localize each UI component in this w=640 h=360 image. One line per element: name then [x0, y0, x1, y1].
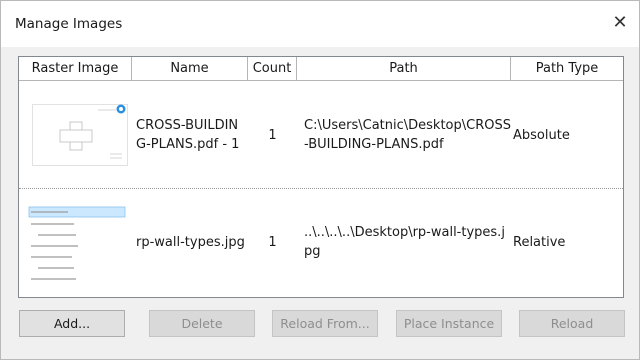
row-path-type: Relative: [513, 234, 566, 250]
delete-button[interactable]: Delete: [149, 310, 255, 337]
row-path: ..\..\..\..\Desktop\rp-wall-types.jpg: [304, 225, 505, 259]
row-path-type: Absolute: [513, 127, 570, 143]
row-name-cell: rp-wall-types.jpg: [136, 189, 246, 295]
row-path: C:\Users\Catnic\Desktop\CROSS-BUILDING-P…: [304, 118, 511, 152]
row-count-cell: 1: [248, 82, 297, 188]
manage-images-dialog: Manage Images ✕ Raster Image Name Count …: [0, 0, 640, 360]
table-header: Raster Image Name Count Path Path Type: [19, 57, 623, 82]
title-bar: Manage Images ✕: [1, 1, 639, 47]
floor-plan-thumbnail-icon: [32, 104, 128, 166]
row-count-cell: 1: [248, 189, 297, 295]
close-icon[interactable]: ✕: [609, 12, 631, 34]
row-path-cell: C:\Users\Catnic\Desktop\CROSS-BUILDING-P…: [304, 82, 512, 188]
row-path-type-cell: Absolute: [513, 82, 621, 188]
row-count: 1: [268, 234, 277, 250]
column-header-path-type[interactable]: Path Type: [511, 57, 623, 81]
add-button[interactable]: Add...: [19, 310, 125, 337]
table-row[interactable]: CROSS-BUILDING-PLANS.pdf - 1 1 C:\Users\…: [19, 82, 623, 188]
dialog-title: Manage Images: [15, 16, 123, 32]
reload-from-button[interactable]: Reload From...: [272, 310, 378, 337]
images-table: Raster Image Name Count Path Path Type C…: [18, 56, 624, 298]
row-path-cell: ..\..\..\..\Desktop\rp-wall-types.jpg: [304, 189, 512, 295]
wall-types-list-thumbnail-icon: [28, 199, 128, 285]
column-header-name[interactable]: Name: [132, 57, 248, 81]
row-count: 1: [268, 127, 277, 143]
column-header-path[interactable]: Path: [297, 57, 511, 81]
table-row[interactable]: rp-wall-types.jpg 1 ..\..\..\..\Desktop\…: [19, 189, 623, 295]
column-header-raster-image[interactable]: Raster Image: [19, 57, 132, 81]
place-instance-button[interactable]: Place Instance: [396, 310, 502, 337]
row-name-cell: CROSS-BUILDING-PLANS.pdf - 1: [136, 82, 246, 188]
reload-button[interactable]: Reload: [519, 310, 625, 337]
row-name: rp-wall-types.jpg: [136, 234, 245, 250]
button-bar: Add... Delete Reload From... Place Insta…: [1, 304, 639, 338]
row-path-type-cell: Relative: [513, 189, 621, 295]
column-header-count[interactable]: Count: [248, 57, 297, 81]
row-name: CROSS-BUILDING-PLANS.pdf - 1: [136, 118, 240, 152]
